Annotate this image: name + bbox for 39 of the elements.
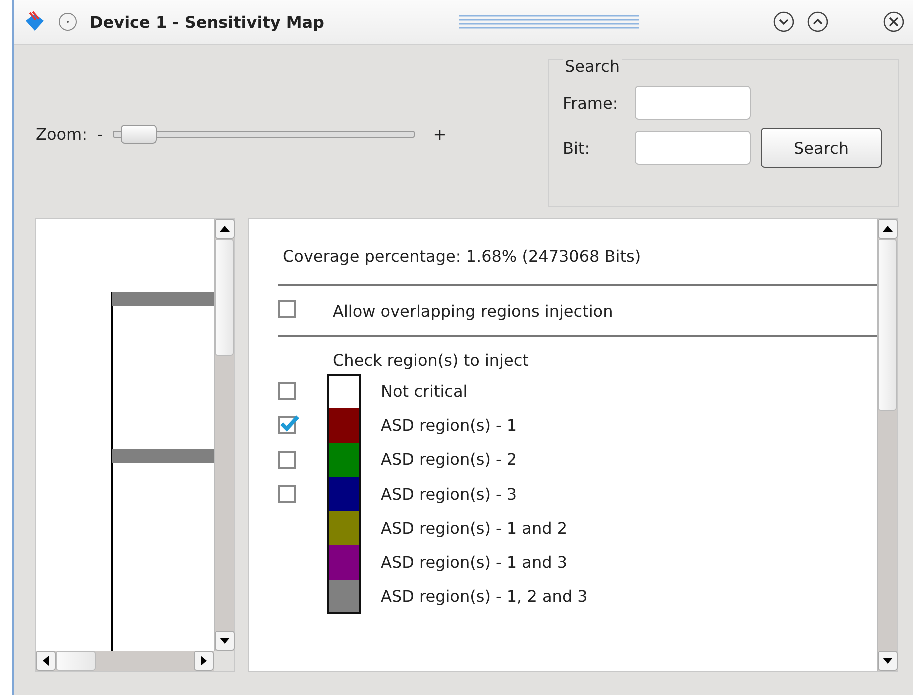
zoom-label: Zoom: — [36, 124, 88, 144]
app-logo-icon — [24, 11, 46, 33]
window-title: Device 1 - Sensitivity Map — [90, 12, 325, 32]
vertical-scrollbar[interactable] — [877, 219, 897, 671]
zoom-slider[interactable] — [113, 124, 416, 144]
region-label: ASD region(s) - 1 and 3 — [381, 553, 568, 572]
checkbox[interactable] — [278, 450, 296, 469]
close-icon[interactable] — [883, 11, 905, 33]
scroll-down-icon[interactable] — [215, 631, 235, 651]
coverage-text: Coverage percentage: 1.68% (2473068 Bits) — [282, 246, 642, 268]
region-label: ASD region(s) - 1, 2 and 3 — [381, 587, 588, 606]
scroll-up-icon[interactable] — [215, 219, 235, 239]
scroll-up-icon[interactable] — [878, 219, 898, 239]
vertical-scrollbar[interactable] — [214, 219, 234, 651]
search-button[interactable]: Search — [761, 128, 882, 168]
scroll-left-icon[interactable] — [36, 651, 56, 671]
zoom-plus-label: + — [433, 124, 447, 144]
allow-overlap-label: Allow overlapping regions injection — [333, 302, 614, 321]
region-label: ASD region(s) - 1 and 2 — [381, 518, 568, 538]
horizontal-scrollbar[interactable] — [36, 651, 214, 671]
region-label: Not critical — [381, 382, 468, 401]
region-label: ASD region(s) - 2 — [381, 450, 518, 470]
region-label: ASD region(s) - 1 — [381, 416, 518, 435]
checkbox[interactable] — [278, 382, 296, 400]
zoom-minus-label: - — [98, 124, 104, 144]
bit-label: Bit: — [563, 138, 592, 158]
bit-input-field[interactable] — [635, 131, 751, 165]
frame-label: Frame: — [563, 94, 620, 112]
minimize-icon[interactable] — [773, 11, 795, 33]
scroll-down-icon[interactable] — [878, 651, 898, 671]
checkbox[interactable] — [278, 300, 296, 318]
regions-heading: Check region(s) to inject — [332, 350, 530, 372]
menu-icon[interactable] — [58, 12, 78, 32]
scrollbar-corner — [214, 651, 234, 671]
maximize-icon[interactable] — [807, 11, 829, 33]
frame-input-field[interactable] — [635, 86, 751, 120]
checkbox[interactable] — [278, 485, 296, 504]
region-label: ASD region(s) - 3 — [381, 484, 518, 504]
scroll-right-icon[interactable] — [194, 651, 214, 671]
